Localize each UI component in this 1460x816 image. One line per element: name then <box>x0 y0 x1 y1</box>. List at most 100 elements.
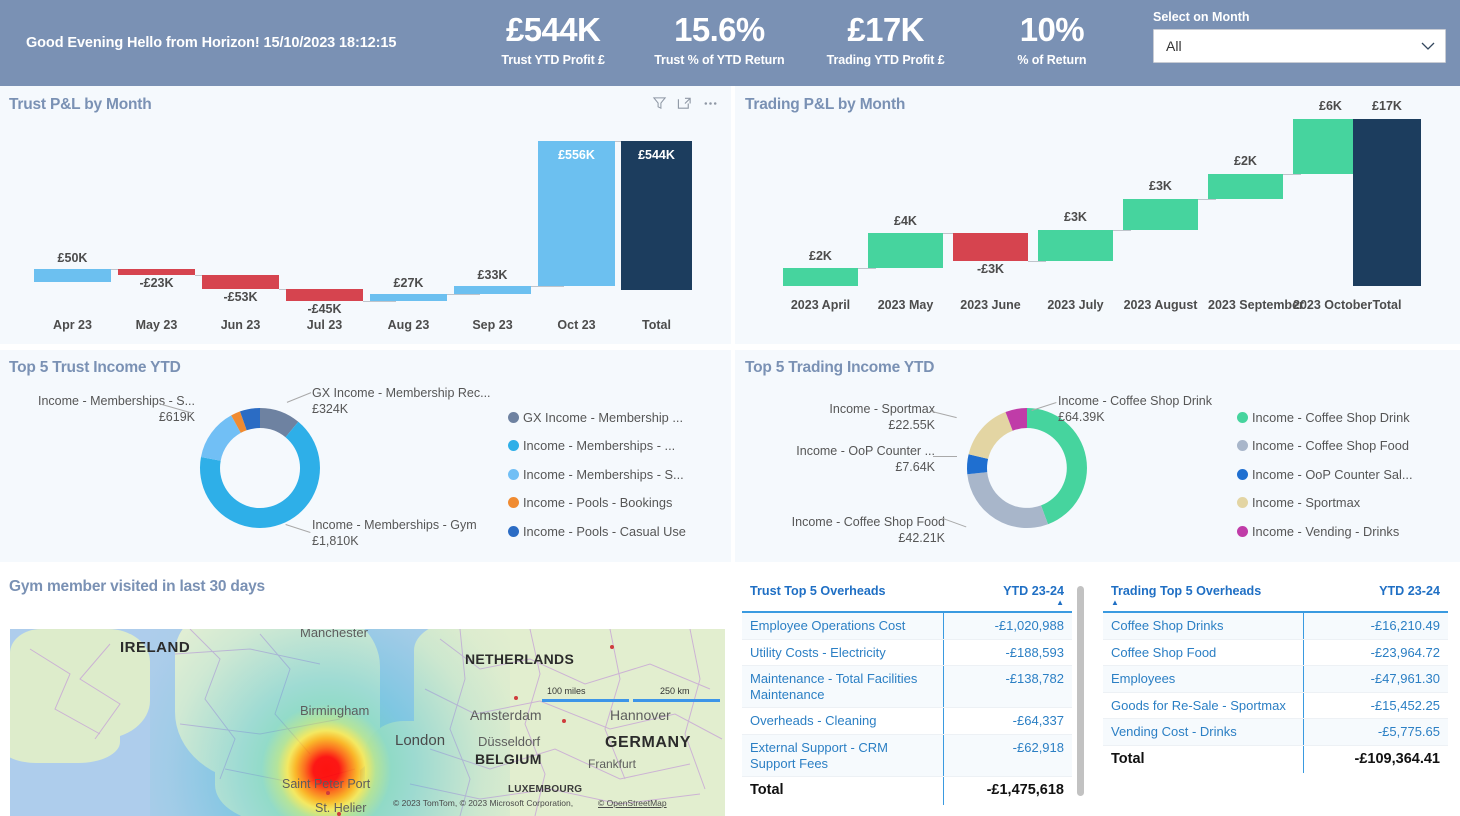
trading-pl-panel: Trading P&L by Month £2K £4K -£3K £3K £3… <box>735 86 1460 344</box>
table-row[interactable]: Maintenance - Total Facilities Maintenan… <box>742 665 1072 709</box>
table-row[interactable]: Coffee Shop Food -£23,964.72 <box>1103 639 1448 667</box>
table-total-row: Total -£1,475,618 <box>742 776 1072 805</box>
trust-pl-panel: Trust P&L by Month £50K -£23K -£53K -£45… <box>0 86 731 344</box>
kpi-trust-ytd-profit[interactable]: £544K Trust YTD Profit £ <box>470 0 636 86</box>
gym-member-heatmap[interactable]: IRELAND NETHERLANDS GERMANY BELGIUM LUXE… <box>10 629 725 816</box>
legend-item[interactable]: Income - Sportmax <box>1237 489 1413 518</box>
donut-slice[interactable] <box>967 472 1048 529</box>
legend-swatch-icon <box>1237 468 1248 480</box>
waterfall-bar[interactable] <box>783 268 858 286</box>
column-header-value[interactable]: YTD 23-24 ▲ <box>943 578 1072 612</box>
cell-value: -£138,782 <box>942 665 1072 709</box>
waterfall-bar-label: £27K <box>393 276 424 290</box>
axis-category-label: Aug 23 <box>387 318 430 332</box>
donut-slice[interactable] <box>1027 408 1087 525</box>
legend-item[interactable]: Income - Pools - Bookings <box>508 489 686 518</box>
table-row[interactable]: External Support - CRM Support Fees -£62… <box>742 734 1072 778</box>
waterfall-bar-label: £50K <box>57 251 88 265</box>
cell-value: -£23,964.72 <box>1302 639 1448 667</box>
kpi-trading-ytd-profit[interactable]: £17K Trading YTD Profit £ <box>803 0 969 86</box>
axis-category-label: Jul 23 <box>306 318 343 332</box>
map-scale-km-label: 250 km <box>660 686 690 696</box>
column-header-name[interactable]: Trading Top 5 Overheads ▲ <box>1103 578 1303 612</box>
cell-name: Overheads - Cleaning <box>742 707 944 735</box>
cell-value: -£15,452.25 <box>1302 692 1448 720</box>
table-header-row: Trading Top 5 Overheads ▲ YTD 23-24 <box>1103 578 1448 612</box>
donut-callout-coffee-shop-drink: Income - Coffee Shop Drink £64.39K <box>1058 394 1213 424</box>
map-scale-miles-bar <box>542 699 629 702</box>
trading-waterfall-chart[interactable]: £2K £4K -£3K £3K £3K £2K £6K £17K 2023 A… <box>735 86 1460 344</box>
leader-line <box>931 410 957 419</box>
map-marker-icon <box>326 791 330 795</box>
legend-item[interactable]: Income - Coffee Shop Food <box>1237 432 1413 461</box>
trust-income-legend: GX Income - Membership ... Income - Memb… <box>508 403 686 546</box>
waterfall-total-bar[interactable] <box>621 141 692 290</box>
table-row[interactable]: Employees -£47,961.30 <box>1103 665 1448 693</box>
legend-item[interactable]: Income - OoP Counter Sal... <box>1237 460 1413 489</box>
axis-category-label: Sep 23 <box>472 318 513 332</box>
waterfall-bar[interactable] <box>1123 199 1198 230</box>
waterfall-bar-label: -£53K <box>223 290 258 304</box>
waterfall-bar[interactable] <box>1208 174 1283 199</box>
axis-category-label: May 23 <box>135 318 178 332</box>
waterfall-bar-label: £2K <box>809 249 832 263</box>
table-row[interactable]: Utility Costs - Electricity -£188,593 <box>742 639 1072 667</box>
column-header-name[interactable]: Trust Top 5 Overheads <box>742 578 943 612</box>
waterfall-bar[interactable] <box>286 289 363 301</box>
trading-overheads-table[interactable]: Trading Top 5 Overheads ▲ YTD 23-24 Coff… <box>1103 578 1448 816</box>
trust-waterfall-chart[interactable]: £50K -£23K -£53K -£45K £27K £33K £556K £… <box>0 86 731 344</box>
legend-item[interactable]: Income - Memberships - ... <box>508 432 686 461</box>
waterfall-bar[interactable] <box>953 233 1028 261</box>
waterfall-bar[interactable] <box>118 269 195 275</box>
kpi-trust-percent-ytd-return[interactable]: 15.6% Trust % of YTD Return <box>636 0 802 86</box>
legend-item[interactable]: Income - Coffee Shop Drink <box>1237 403 1413 432</box>
axis-category-label: 2023 May <box>877 298 934 312</box>
map-attribution-link[interactable]: © OpenStreetMap <box>598 798 667 808</box>
waterfall-bar[interactable] <box>202 275 279 289</box>
axis-category-label: Jun 23 <box>220 318 261 332</box>
table-row[interactable]: Overheads - Cleaning -£64,337 <box>742 707 1072 735</box>
table-row[interactable]: Vending Cost - Drinks -£5,775.65 <box>1103 718 1448 746</box>
map-country-label: NETHERLANDS <box>465 651 575 667</box>
waterfall-bar[interactable] <box>34 269 111 282</box>
waterfall-connector <box>447 294 480 295</box>
map-scale-miles-label: 100 miles <box>547 686 586 696</box>
legend-swatch-icon <box>508 497 519 509</box>
chevron-down-icon <box>1421 42 1435 50</box>
legend-swatch-icon <box>508 440 519 452</box>
map-city-label: Manchester <box>300 629 368 640</box>
donut-slice[interactable] <box>968 412 1013 459</box>
table-row[interactable]: Coffee Shop Drinks -£16,210.49 <box>1103 612 1448 640</box>
waterfall-bar[interactable] <box>370 294 447 301</box>
column-header-value[interactable]: YTD 23-24 <box>1303 578 1448 612</box>
legend-item[interactable]: Income - Vending - Drinks <box>1237 517 1413 546</box>
legend-item[interactable]: Income - Memberships - S... <box>508 460 686 489</box>
waterfall-bar[interactable] <box>538 141 615 286</box>
cell-name: Total <box>1111 750 1145 767</box>
month-slicer-panel: Select on Month All <box>1135 0 1460 86</box>
kpi-label: Trust YTD Profit £ <box>501 53 605 68</box>
waterfall-connector <box>1283 174 1301 175</box>
legend-item[interactable]: GX Income - Membership ... <box>508 403 686 432</box>
waterfall-bar-label: £3K <box>1064 210 1087 224</box>
month-slicer-dropdown[interactable]: All <box>1153 29 1446 63</box>
trust-income-title: Top 5 Trust Income YTD <box>9 359 181 376</box>
map-panel: Gym member visited in last 30 days IRELA… <box>0 566 731 816</box>
table-row[interactable]: Goods for Re-Sale - Sportmax -£15,452.25 <box>1103 692 1448 720</box>
legend-item[interactable]: Income - Pools - Casual Use <box>508 517 686 546</box>
waterfall-total-bar[interactable] <box>1353 119 1421 286</box>
map-attribution: © 2023 TomTom, © 2023 Microsoft Corporat… <box>393 798 574 808</box>
waterfall-bar[interactable] <box>454 286 531 294</box>
waterfall-bar[interactable] <box>868 233 943 268</box>
trust-income-donut[interactable] <box>190 398 330 538</box>
waterfall-connector <box>1113 230 1131 231</box>
kpi-percent-of-return[interactable]: 10% % of Return <box>969 0 1135 86</box>
donut-slice[interactable] <box>201 415 241 461</box>
waterfall-bar[interactable] <box>1038 230 1113 261</box>
table-row[interactable]: Employee Operations Cost -£1,020,988 <box>742 612 1072 640</box>
waterfall-bar-label: -£45K <box>307 302 342 316</box>
trust-overheads-table[interactable]: Trust Top 5 Overheads YTD 23-24 ▲ Employ… <box>742 578 1072 816</box>
axis-category-label: 2023 August <box>1123 298 1198 312</box>
trust-overheads-scrollbar[interactable] <box>1077 586 1084 796</box>
donut-callout-oop-counter: Income - OoP Counter ... £7.64K <box>796 444 935 474</box>
